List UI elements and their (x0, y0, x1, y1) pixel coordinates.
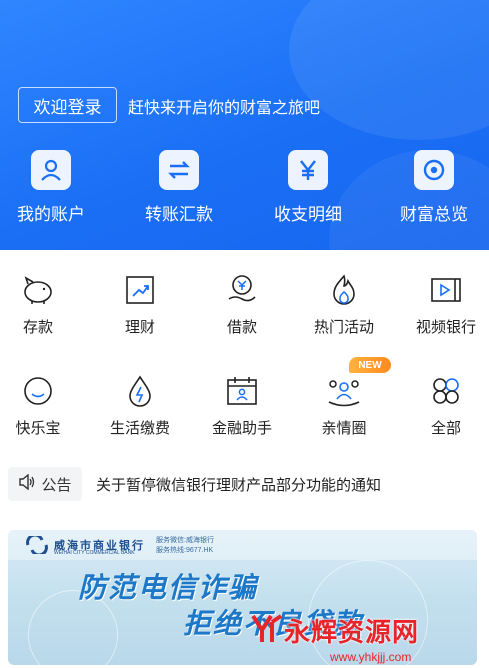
watermark-text: 永辉资源网 (284, 617, 420, 647)
service-label: 金融助手 (211, 420, 272, 437)
service-happy-treasure[interactable]: 快乐宝 (0, 373, 86, 438)
service-deposit[interactable]: 存款 (0, 272, 86, 337)
speaker-icon (18, 473, 36, 494)
service-label: 存款 (22, 319, 53, 336)
quick-statement[interactable]: 收支明细 (253, 150, 363, 225)
smile-icon (18, 373, 58, 409)
notice-bar: 公告 关于暂停微信银行理财产品部分功能的通知 (8, 467, 481, 501)
service-video-bank[interactable]: 视频银行 (398, 272, 489, 337)
notice-tag-label: 公告 (41, 476, 72, 494)
quick-label: 收支明细 (274, 205, 342, 224)
flame-icon (324, 272, 364, 308)
service-loan[interactable]: 借款 (194, 272, 290, 337)
service-label: 生活缴费 (109, 420, 170, 437)
service-all[interactable]: 全部 (398, 373, 489, 438)
service-bill-payment[interactable]: 生活缴费 (92, 373, 188, 438)
watermark-logo-icon (250, 612, 284, 649)
service-finance-assistant[interactable]: 金融助手 (194, 373, 290, 438)
quick-label: 我的账户 (17, 205, 85, 224)
contact-hotline: 服务热线:9677.HK (156, 547, 214, 554)
overview-icon (414, 150, 454, 190)
loan-icon (222, 272, 262, 308)
watermark-url: www.yhkjjj.com (330, 650, 412, 664)
service-label: 全部 (430, 420, 461, 437)
grid-all-icon (426, 373, 466, 409)
quick-wealth-overview[interactable]: 财富总览 (379, 150, 489, 225)
service-label: 热门活动 (313, 319, 374, 336)
login-button[interactable]: 欢迎登录 (18, 87, 117, 123)
service-label: 借款 (226, 319, 257, 336)
login-tip: 赶快来开启你的财富之旅吧 (128, 100, 321, 117)
watermark: 永辉资源网 (250, 612, 419, 649)
quick-label: 财富总览 (400, 205, 468, 224)
quick-transfer[interactable]: 转账汇款 (124, 150, 234, 225)
quick-my-account[interactable]: 我的账户 (0, 150, 106, 225)
service-label: 亲情圈 (321, 420, 367, 437)
transfer-icon (159, 150, 199, 190)
service-label: 理财 (124, 319, 155, 336)
service-family-circle[interactable]: 亲情圈 (296, 373, 392, 438)
banner-title: 防范电信诈骗 (78, 572, 259, 603)
trend-chart-icon (120, 272, 160, 308)
contact-wechat: 服务微信:威海银行 (156, 537, 214, 544)
bolt-drop-icon (120, 373, 160, 409)
family-icon (324, 373, 364, 409)
piggy-bank-icon (18, 272, 58, 308)
bank-english-name: WEIHAI CITY COMMERCIAL BANK (54, 550, 135, 556)
yuan-icon (288, 150, 328, 190)
bank-logo-icon (24, 533, 50, 559)
new-badge: NEW (349, 357, 391, 373)
calendar-person-icon (222, 373, 262, 409)
service-label: 视频银行 (415, 319, 476, 336)
service-wealth[interactable]: 理财 (92, 272, 188, 337)
notice-text[interactable]: 关于暂停微信银行理财产品部分功能的通知 (96, 474, 381, 495)
video-icon (426, 272, 466, 308)
service-label: 快乐宝 (15, 420, 61, 437)
user-icon (31, 150, 71, 190)
service-hot-events[interactable]: 热门活动 (296, 272, 392, 337)
notice-tag: 公告 (8, 467, 82, 501)
quick-label: 转账汇款 (145, 205, 213, 224)
banner-contact: 服务微信:威海银行 服务热线:9677.HK (156, 536, 214, 556)
decorative-blob (289, 0, 489, 140)
